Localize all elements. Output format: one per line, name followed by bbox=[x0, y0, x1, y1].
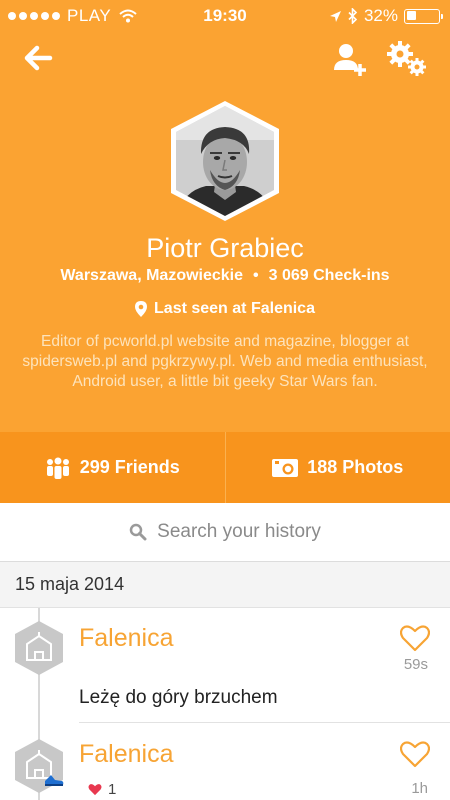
back-arrow-icon[interactable] bbox=[22, 42, 54, 74]
friends-count: 299 Friends bbox=[79, 457, 180, 477]
heart-filled-icon bbox=[88, 784, 102, 796]
friends-icon bbox=[46, 457, 69, 479]
friends-button[interactable]: 299 Friends bbox=[0, 432, 226, 503]
divider bbox=[79, 722, 450, 723]
profile-bio: Editor of pcworld.pl website and magazin… bbox=[22, 333, 428, 390]
avatar[interactable] bbox=[166, 100, 284, 222]
date-header: 15 maja 2014 bbox=[0, 562, 450, 608]
profile-location: Warszawa, Mazowieckie bbox=[60, 267, 244, 284]
venue-building-icon bbox=[15, 621, 63, 675]
status-bar: PLAY 19:30 32% bbox=[0, 0, 450, 32]
add-friend-icon[interactable] bbox=[333, 42, 367, 78]
camera-icon bbox=[272, 458, 299, 477]
shoe-icon bbox=[45, 775, 64, 786]
location-arrow-icon bbox=[329, 10, 341, 22]
battery-percent: 32% bbox=[363, 6, 398, 25]
venue-name[interactable]: Falenica bbox=[79, 740, 174, 769]
location-pin-icon bbox=[135, 301, 148, 317]
venue-name[interactable]: Falenica bbox=[79, 624, 174, 653]
stats-row: 299 Friends 188 Photos bbox=[0, 432, 450, 503]
search-icon bbox=[129, 523, 147, 541]
profile-checkins[interactable]: 3 069 Check-ins bbox=[269, 267, 390, 284]
profile-header: PLAY 19:30 32% Piotr Grabiec Warszawa, M… bbox=[0, 0, 450, 503]
bluetooth-icon bbox=[348, 8, 358, 24]
likes-number: 1 bbox=[108, 781, 117, 798]
time-ago: 59s bbox=[403, 656, 428, 673]
last-seen-label: Last seen at Falenica bbox=[154, 300, 315, 317]
last-seen[interactable]: Last seen at Falenica bbox=[0, 300, 450, 318]
profile-meta: Warszawa, Mazowieckie • 3 069 Check-ins bbox=[0, 267, 450, 285]
checkin-shout: Leżę do góry brzuchem bbox=[79, 687, 278, 708]
battery-icon bbox=[404, 8, 443, 24]
profile-name: Piotr Grabiec bbox=[146, 233, 304, 263]
like-heart-icon[interactable] bbox=[400, 624, 430, 652]
photos-count: 188 Photos bbox=[307, 457, 404, 477]
meta-separator: • bbox=[253, 267, 259, 284]
like-heart-icon[interactable] bbox=[400, 740, 430, 768]
photos-button[interactable]: 188 Photos bbox=[226, 432, 450, 503]
gears-icon[interactable] bbox=[386, 40, 428, 78]
checkin-timeline[interactable]: Falenica 59s Leżę do góry brzuchem Falen… bbox=[0, 608, 450, 800]
search-placeholder: Search your history bbox=[157, 521, 321, 542]
likes-count[interactable]: 1 bbox=[88, 781, 116, 798]
search-history-input[interactable]: Search your history bbox=[0, 503, 450, 562]
time-ago: 1h bbox=[411, 780, 428, 797]
